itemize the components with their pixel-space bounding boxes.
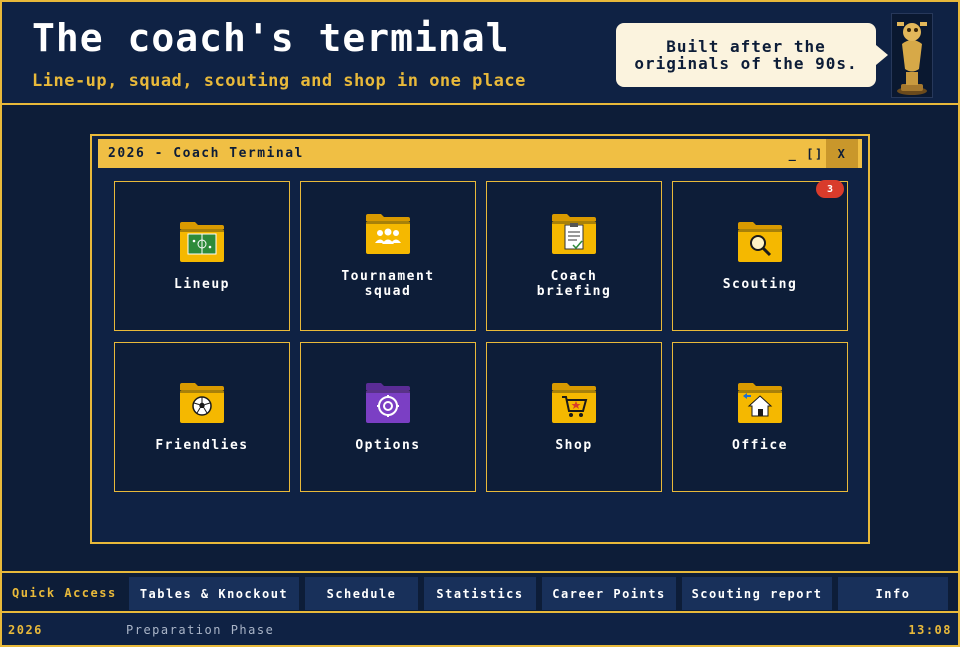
tile-options[interactable]: Options: [300, 342, 476, 492]
tile-friendlies[interactable]: Friendlies: [114, 342, 290, 492]
minimize-button[interactable]: _: [782, 139, 804, 168]
notification-badge: 3: [816, 180, 844, 198]
trophy-mascot-icon: [891, 13, 933, 98]
tile-label: Shop: [555, 437, 593, 453]
quick-access-bar: Quick Access Tables & Knockout Schedule …: [0, 571, 960, 613]
clipboard-icon: [552, 214, 596, 254]
scouting-report-button[interactable]: Scouting report: [682, 577, 832, 610]
page-subtitle: Line-up, squad, scouting and shop in one…: [32, 71, 526, 91]
status-phase: Preparation Phase: [126, 623, 275, 637]
tile-label: Options: [355, 437, 421, 453]
tile-label: Coach briefing: [536, 269, 612, 299]
window-titlebar[interactable]: 2026 - Coach Terminal _ [] X: [98, 139, 862, 168]
info-button[interactable]: Info: [838, 577, 948, 610]
magnifier-icon: [738, 221, 782, 262]
tile-lineup[interactable]: Lineup: [114, 181, 290, 331]
close-button[interactable]: X: [826, 139, 858, 168]
status-year: 2026: [8, 623, 43, 637]
page-title: The coach's terminal: [32, 16, 510, 60]
tile-label: Scouting: [722, 276, 798, 292]
career-points-button[interactable]: Career Points: [542, 577, 676, 610]
tile-label: Lineup: [174, 276, 230, 292]
header-bar: The coach's terminal Line-up, squad, sco…: [0, 0, 960, 105]
status-clock: 13:08: [908, 623, 952, 637]
schedule-button[interactable]: Schedule: [305, 577, 418, 610]
quick-access-label: Quick Access: [12, 586, 117, 600]
window-title: 2026 - Coach Terminal: [108, 146, 304, 161]
tile-label: Tournament squad: [341, 269, 435, 299]
tables-knockout-button[interactable]: Tables & Knockout: [129, 577, 299, 610]
terminal-window: 2026 - Coach Terminal _ [] X Lineup Tour…: [90, 134, 870, 544]
tile-coach-briefing[interactable]: Coach briefing: [486, 181, 662, 331]
tile-label: Office: [732, 437, 788, 453]
tile-office[interactable]: Office: [672, 342, 848, 492]
lineup-field-icon: [180, 221, 224, 262]
soccer-ball-icon: [180, 382, 224, 423]
squad-people-icon: [366, 214, 410, 254]
home-icon: [738, 382, 782, 423]
maximize-button[interactable]: []: [804, 139, 826, 168]
tile-tournament-squad[interactable]: Tournament squad: [300, 181, 476, 331]
tile-shop[interactable]: Shop: [486, 342, 662, 492]
statistics-button[interactable]: Statistics: [424, 577, 536, 610]
tile-scouting[interactable]: 3 Scouting: [672, 180, 848, 331]
shopping-cart-icon: [552, 382, 596, 423]
speech-bubble: Built after the originals of the 90s.: [616, 23, 888, 87]
tile-label: Friendlies: [155, 437, 249, 453]
gear-icon: [366, 382, 410, 423]
status-bar: 2026 Preparation Phase 13:08: [0, 613, 960, 647]
